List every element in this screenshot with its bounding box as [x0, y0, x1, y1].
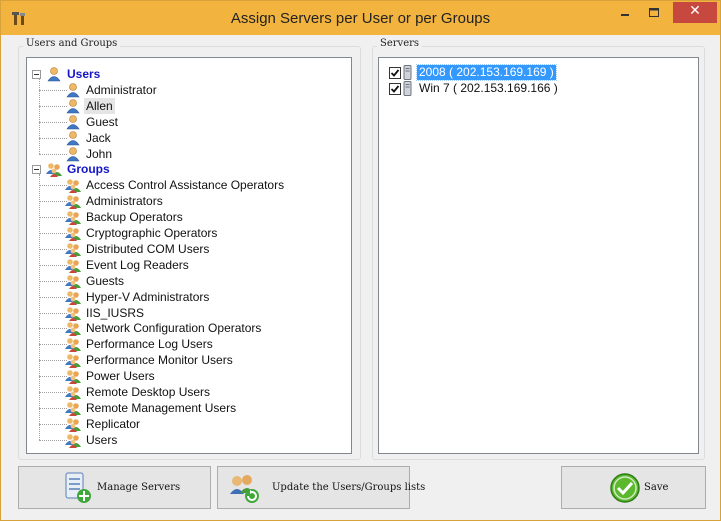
user-icon: [65, 130, 81, 146]
tree-root-label: Users: [67, 67, 101, 81]
tree-connector: [39, 439, 67, 441]
user-icon: [65, 82, 81, 98]
server-checkbox[interactable]: [389, 67, 401, 79]
tree-root-label: Groups: [67, 162, 110, 177]
tree-item-label: Network Configuration Operators: [86, 321, 262, 336]
user-icon: [46, 66, 62, 82]
tree-item-label: Remote Management Users: [86, 400, 237, 415]
tree-item-label: John: [86, 146, 113, 161]
manage-servers-button[interactable]: Manage Servers: [18, 466, 211, 509]
tree-item-label: Guests: [86, 273, 125, 288]
group-icon: [65, 384, 81, 400]
tree-item-label: IIS_IUSRS: [86, 305, 145, 320]
tree-item-label: Event Log Readers: [86, 257, 189, 272]
tree-connector: [39, 217, 67, 219]
group-icon: [65, 257, 81, 273]
group-icon: [65, 368, 81, 385]
tree-item-label: Access Control Assistance Operators: [86, 178, 285, 193]
tree-item-label: Power Users: [86, 369, 155, 384]
tree-item-label: Replicator: [86, 416, 141, 431]
title-bar[interactable]: Assign Servers per User or per Groups ✕: [1, 1, 720, 35]
tree-connector: [39, 328, 67, 330]
group-icon: [65, 241, 81, 257]
group-icon: [65, 320, 81, 337]
server-label: 2008 ( 202.153.169.169 ): [416, 64, 557, 81]
tree-item-label: Guest: [86, 114, 119, 129]
group-icon: [65, 273, 81, 289]
user-icon: [65, 146, 81, 162]
tree-connector: [39, 105, 67, 107]
tree-item-label: Performance Monitor Users: [86, 353, 233, 368]
user-icon: [65, 114, 81, 130]
tree-connector: [39, 312, 67, 314]
tree-connector: [39, 296, 67, 298]
group-icon: [65, 400, 81, 416]
group-icon: [65, 432, 81, 448]
tree-connector: [39, 137, 67, 139]
save-label: Save: [644, 482, 669, 493]
server-icon: [403, 81, 413, 96]
group-icon: [65, 209, 81, 226]
tree-connector: [39, 376, 67, 378]
group-icon: [65, 336, 81, 353]
tree-connector: [39, 174, 40, 440]
tree-connector: [39, 264, 67, 266]
tree-connector: [39, 248, 67, 250]
check-circle-icon: [609, 472, 641, 504]
tree-connector: [39, 423, 67, 425]
server-checkbox[interactable]: [389, 83, 401, 95]
save-button[interactable]: Save: [561, 466, 706, 509]
tree-connector: [39, 89, 67, 91]
tree-item-label: Hyper-V Administrators: [86, 289, 210, 304]
server-label: Win 7 ( 202.153.169.166 ): [419, 81, 558, 95]
group-icon: [65, 352, 81, 369]
minimize-button[interactable]: [612, 5, 638, 23]
tree-item-label: Users: [86, 432, 118, 447]
tree-connector: [39, 79, 40, 154]
users-groups-label: Users and Groups: [23, 38, 121, 49]
update-lists-button[interactable]: Update the Users/Groups lists: [217, 466, 425, 509]
group-icon: [46, 161, 62, 178]
servers-label: Servers: [377, 38, 423, 49]
tree-connector: [39, 121, 67, 123]
tree-connector: [39, 392, 67, 393]
tree-item-label: Allen: [84, 97, 115, 114]
assign-servers-window: Assign Servers per User or per Groups ✕ …: [0, 0, 721, 521]
server-icon: [403, 65, 413, 80]
manage-servers-icon: [62, 472, 94, 504]
tree-connector: [39, 201, 67, 203]
close-icon: ✕: [689, 3, 701, 19]
tree-item-label: Administrators: [86, 194, 163, 209]
tree-item-label: Performance Log Users: [86, 337, 213, 352]
user-icon: [65, 98, 81, 114]
tree-connector: [39, 185, 67, 187]
tree-item-label: Cryptographic Operators: [86, 226, 218, 240]
group-icon: [65, 193, 81, 210]
tree-connector: [39, 360, 67, 362]
users-refresh-icon: [228, 472, 260, 504]
close-button[interactable]: ✕: [673, 2, 717, 23]
tree-item-label: Jack: [86, 130, 111, 145]
servers-list[interactable]: 2008 ( 202.153.169.169 ) Win 7 ( 202.153.…: [378, 57, 699, 454]
tree-item-label: Distributed COM Users: [86, 241, 210, 256]
groups-collapse-toggle[interactable]: [32, 165, 41, 175]
group-icon: [65, 416, 81, 432]
group-icon: [65, 225, 81, 241]
tree-connector: [39, 344, 67, 346]
tree-item-label: Administrator: [86, 82, 157, 97]
tree-item-label: Remote Desktop Users: [86, 385, 211, 399]
group-icon: [65, 289, 81, 305]
tree-connector: [39, 280, 67, 282]
manage-servers-label: Manage Servers: [97, 482, 181, 493]
group-icon: [65, 305, 81, 321]
group-icon: [65, 177, 81, 194]
tree-item-label: Backup Operators: [86, 210, 183, 225]
tree-connector: [39, 407, 67, 409]
users-groups-tree[interactable]: Users Administrator Allen Guest Jack John Grou…: [26, 57, 352, 454]
users-collapse-toggle[interactable]: [32, 70, 41, 79]
maximize-button[interactable]: [641, 5, 667, 23]
tree-connector: [39, 233, 67, 234]
tree-connector: [39, 153, 67, 155]
update-lists-label: Update the Users/Groups lists: [272, 482, 426, 493]
